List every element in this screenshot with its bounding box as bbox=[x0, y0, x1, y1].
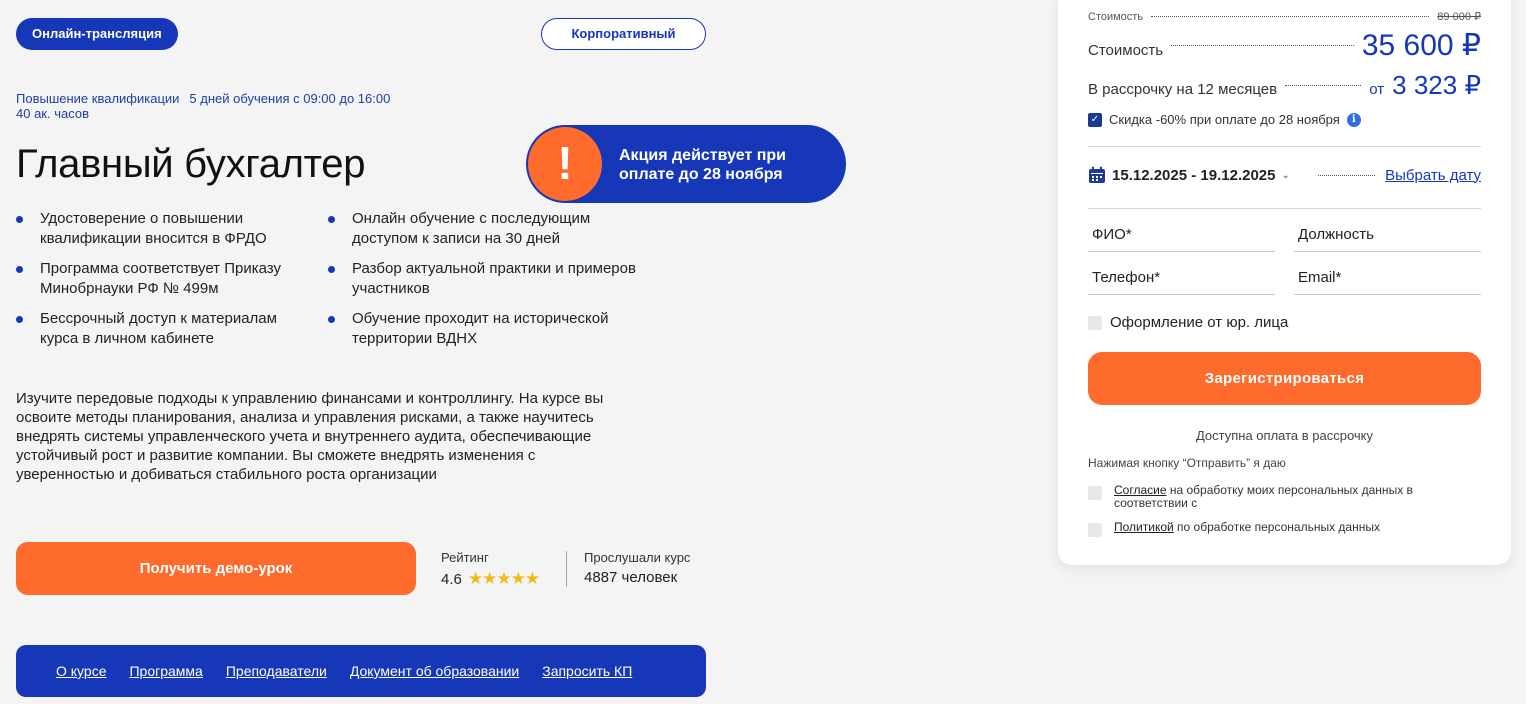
rating-label: Рейтинг bbox=[441, 550, 489, 565]
old-price: 89 000 ₽ bbox=[1437, 11, 1481, 23]
installment-label: В рассрочку на 12 месяцев bbox=[1088, 81, 1278, 98]
feature-item: Онлайн обучение с последующим доступом к… bbox=[328, 209, 648, 249]
corporate-button[interactable]: Корпоративный bbox=[541, 18, 706, 50]
divider bbox=[1088, 208, 1481, 209]
policy-text: по обработке персональных данных bbox=[1173, 520, 1380, 534]
installment-row: В рассрочку на 12 месяцев от 3 323 ₽ bbox=[1088, 70, 1481, 101]
course-type: Повышение квалификации bbox=[16, 91, 180, 106]
page-title: Главный бухгалтер bbox=[16, 142, 366, 186]
phone-field[interactable]: Телефон* bbox=[1088, 261, 1275, 295]
consent-link[interactable]: Согласие bbox=[1114, 483, 1167, 497]
consent-checkbox[interactable] bbox=[1088, 486, 1102, 500]
calendar-icon bbox=[1089, 166, 1105, 183]
course-meta: Повышение квалификации 5 дней обучения с … bbox=[16, 91, 390, 121]
feature-item: Программа соответствует Приказу Минобрна… bbox=[16, 259, 316, 299]
online-badge: Онлайн-трансляция bbox=[16, 18, 178, 50]
course-hours: 40 ак. часов bbox=[16, 106, 89, 121]
price-row: Стоимость 35 600 ₽ bbox=[1088, 28, 1481, 63]
discount-label: Скидка -60% при оплате до 28 ноября bbox=[1109, 112, 1340, 127]
listeners-label: Прослушали курс bbox=[584, 550, 691, 565]
position-field[interactable]: Должность bbox=[1294, 218, 1481, 252]
legal-entity-label: Оформление от юр. лица bbox=[1110, 314, 1289, 331]
features-list-right: Онлайн обучение с последующим доступом к… bbox=[328, 209, 648, 359]
nav-link-teachers[interactable]: Преподаватели bbox=[226, 663, 327, 679]
course-description: Изучите передовые подходы к управлению ф… bbox=[16, 390, 604, 483]
consent-option: Согласие на обработку моих персональных … bbox=[1088, 484, 1488, 510]
demo-lesson-button[interactable]: Получить демо-урок bbox=[16, 542, 416, 595]
old-price-row: Стоимость 89 000 ₽ bbox=[1088, 10, 1481, 23]
old-price-label: Стоимость bbox=[1088, 11, 1144, 23]
features-list-left: Удостоверение о повышении квалификации в… bbox=[16, 209, 316, 359]
feature-item: Обучение проходит на исторической террит… bbox=[328, 309, 648, 349]
pick-date-link[interactable]: Выбрать дату bbox=[1385, 167, 1481, 184]
rating-value: 4.6 bbox=[441, 570, 462, 588]
divider bbox=[566, 551, 567, 587]
installment-note: Доступна оплата в рассрочку bbox=[1195, 428, 1374, 443]
policy-checkbox[interactable] bbox=[1088, 523, 1102, 537]
price: 35 600 ₽ bbox=[1361, 29, 1481, 62]
feature-item: Разбор актуальной практики и примеров уч… bbox=[328, 259, 648, 299]
date-row: 15.12.2025 - 19.12.2025 ⌄ Выбрать дату bbox=[1088, 166, 1481, 184]
legal-entity-option[interactable]: Оформление от юр. лица bbox=[1088, 314, 1288, 331]
listeners-block: Прослушали курс 4887 человек bbox=[584, 550, 690, 586]
installment-price: 3 323 ₽ bbox=[1392, 70, 1481, 100]
course-nav: О курсе Программа Преподаватели Документ… bbox=[16, 645, 706, 697]
promo-text: Акция действует при оплате до 28 ноября bbox=[619, 147, 787, 183]
policy-option: Политикой по обработке персональных данн… bbox=[1088, 521, 1488, 537]
info-icon[interactable]: i bbox=[1346, 112, 1361, 127]
agree-intro: Нажимая кнопку “Отправить” я даю bbox=[1088, 456, 1286, 470]
rating-block: Рейтинг 4.6 ★★★★★ bbox=[441, 550, 540, 589]
nav-link-request-offer[interactable]: Запросить КП bbox=[542, 663, 632, 679]
chevron-down-icon[interactable]: ⌄ bbox=[1281, 170, 1289, 181]
nav-link-program[interactable]: Программа bbox=[129, 663, 202, 679]
discount-checkbox[interactable]: ✓ bbox=[1088, 112, 1102, 127]
date-select[interactable]: 15.12.2025 - 19.12.2025 bbox=[1112, 167, 1275, 184]
promo-banner: ! Акция действует при оплате до 28 ноябр… bbox=[526, 125, 846, 203]
exclamation-icon: ! bbox=[528, 127, 602, 201]
price-label: Стоимость bbox=[1088, 42, 1164, 59]
registration-card: Стоимость 89 000 ₽ Стоимость 35 600 ₽ В … bbox=[1058, 0, 1511, 565]
nav-link-document[interactable]: Документ об образовании bbox=[350, 663, 519, 679]
register-button[interactable]: Зарегистрироваться bbox=[1088, 352, 1481, 405]
discount-option[interactable]: ✓ Скидка -60% при оплате до 28 ноября i bbox=[1088, 112, 1361, 127]
nav-link-about[interactable]: О курсе bbox=[56, 663, 106, 679]
policy-link[interactable]: Политикой bbox=[1114, 520, 1174, 534]
feature-item: Бессрочный доступ к материалам курса в л… bbox=[16, 309, 316, 349]
email-field[interactable]: Email* bbox=[1294, 261, 1481, 295]
legal-entity-checkbox[interactable] bbox=[1088, 315, 1102, 330]
course-schedule: 5 дней обучения с 09:00 до 16:00 bbox=[189, 91, 391, 106]
installment-from: от bbox=[1369, 81, 1385, 98]
listeners-value: 4887 человек bbox=[584, 569, 678, 586]
fio-field[interactable]: ФИО* bbox=[1088, 218, 1275, 252]
feature-item: Удостоверение о повышении квалификации в… bbox=[16, 209, 316, 249]
divider bbox=[1088, 146, 1481, 147]
star-rating-icon: ★★★★★ bbox=[467, 569, 540, 588]
